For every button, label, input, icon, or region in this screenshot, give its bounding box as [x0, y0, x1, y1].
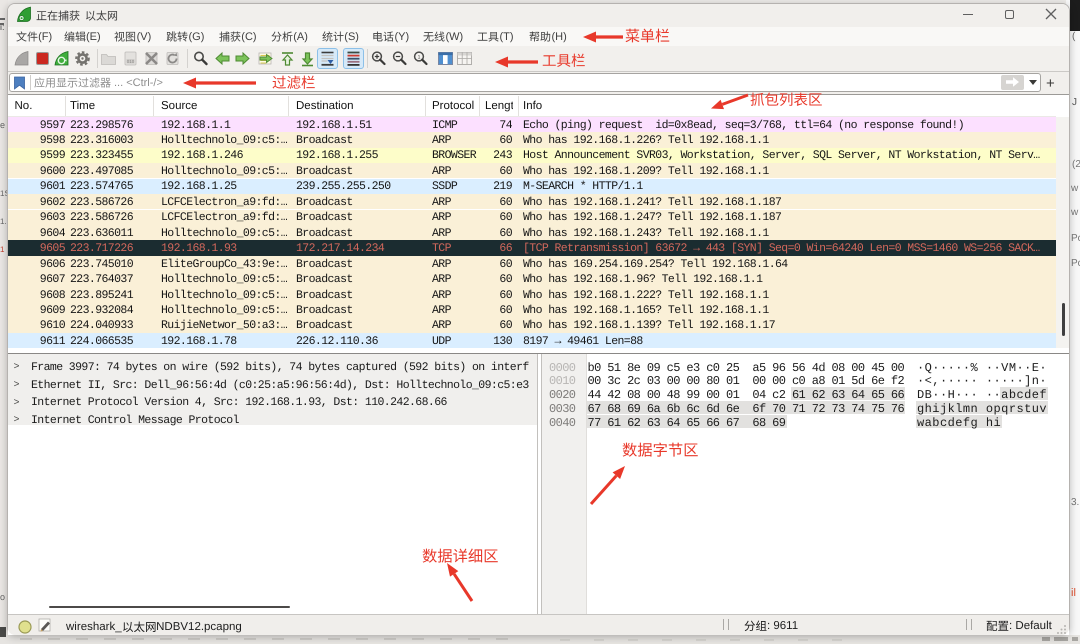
svg-text:010: 010: [126, 59, 134, 64]
svg-text:1: 1: [418, 55, 421, 61]
